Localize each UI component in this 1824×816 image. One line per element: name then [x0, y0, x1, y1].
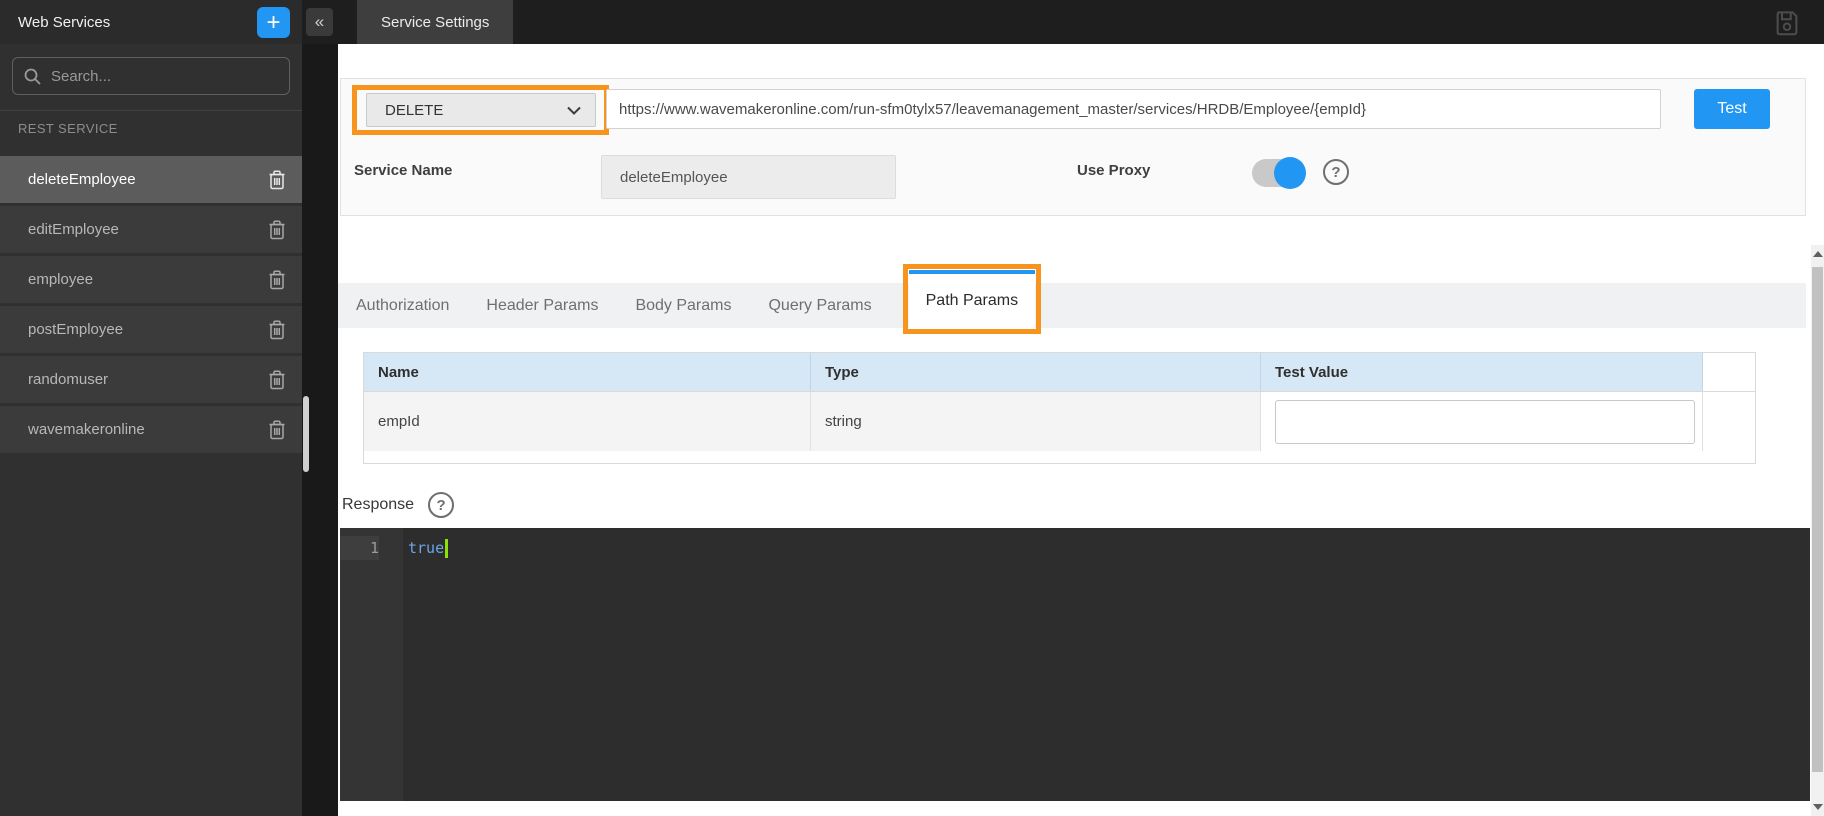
editor-caret: [445, 539, 448, 558]
trash-icon[interactable]: [266, 368, 288, 392]
param-type-cell: string: [811, 391, 1261, 451]
add-service-button[interactable]: +: [257, 7, 290, 38]
method-select[interactable]: DELETE: [366, 93, 596, 127]
column-header-test-value: Test Value: [1261, 353, 1703, 391]
table-row: empId string: [364, 391, 1755, 451]
use-proxy-help-icon[interactable]: ?: [1323, 159, 1349, 185]
panel-title: Web Services: [0, 14, 110, 31]
params-tabs: Authorization Header Params Body Params …: [338, 283, 1806, 328]
trash-icon[interactable]: [266, 418, 288, 442]
main-scrollbar-thumb[interactable]: [1812, 267, 1823, 772]
editor-gutter: 1: [340, 528, 403, 801]
search-box[interactable]: [12, 57, 290, 95]
tab-authorization[interactable]: Authorization: [356, 297, 449, 315]
request-config-card: DELETE Test Service Name Use Proxy ?: [340, 78, 1806, 216]
trash-icon[interactable]: [266, 218, 288, 242]
scroll-down-icon[interactable]: [1813, 804, 1823, 810]
response-header: Response ?: [342, 492, 454, 518]
url-input[interactable]: [606, 89, 1661, 129]
use-proxy-label: Use Proxy: [1077, 162, 1150, 179]
param-test-value-cell: [1261, 391, 1703, 451]
sidebar-scrollbar-thumb[interactable]: [303, 396, 309, 472]
sidebar-item-deleteEmployee[interactable]: deleteEmployee: [0, 156, 302, 203]
response-help-icon[interactable]: ?: [428, 492, 454, 518]
main-scrollbar[interactable]: [1811, 245, 1824, 816]
sidebar-item-employee[interactable]: employee: [0, 256, 302, 303]
column-header-empty: [1703, 353, 1755, 391]
service-item-label: employee: [28, 271, 93, 288]
service-item-label: randomuser: [28, 371, 108, 388]
sidebar-header: Web Services +: [0, 0, 302, 44]
column-header-name: Name: [364, 353, 811, 391]
response-label: Response: [342, 496, 414, 514]
sidebar-item-wavemakeronline[interactable]: wavemakeronline: [0, 406, 302, 453]
app-window: Web Services + « Service Settings REST S…: [0, 0, 1824, 816]
column-header-type: Type: [811, 353, 1261, 391]
service-name-label: Service Name: [354, 162, 452, 179]
toggle-knob: [1274, 157, 1306, 189]
tab-query-params[interactable]: Query Params: [768, 297, 871, 315]
service-item-label: deleteEmployee: [28, 171, 136, 188]
top-bar: « Service Settings: [302, 0, 1824, 44]
collapse-sidebar-button[interactable]: «: [306, 8, 333, 36]
table-header-row: Name Type Test Value: [364, 353, 1755, 391]
editor-code-line: true: [403, 528, 448, 801]
services-sidebar: REST SERVICE deleteEmployee editEmployee: [0, 44, 302, 816]
method-highlight-box: DELETE: [352, 85, 609, 135]
save-icon[interactable]: [1772, 8, 1802, 38]
service-item-label: editEmployee: [28, 221, 119, 238]
sidebar-item-editEmployee[interactable]: editEmployee: [0, 206, 302, 253]
tab-path-params[interactable]: Path Params: [909, 270, 1035, 328]
trash-icon[interactable]: [266, 268, 288, 292]
service-item-label: postEmployee: [28, 321, 123, 338]
scroll-up-icon[interactable]: [1813, 251, 1823, 257]
service-name-input[interactable]: [601, 155, 896, 199]
sidebar-item-randomuser[interactable]: randomuser: [0, 356, 302, 403]
tab-header-params[interactable]: Header Params: [486, 297, 598, 315]
response-code-editor[interactable]: 1 true: [340, 528, 1810, 801]
test-value-input[interactable]: [1275, 400, 1695, 444]
search-icon: [23, 67, 42, 86]
line-number: 1: [340, 536, 379, 560]
method-select-value: DELETE: [385, 102, 443, 119]
path-params-table: Name Type Test Value empId string: [363, 352, 1756, 464]
section-label-rest-service: REST SERVICE: [0, 111, 302, 156]
test-button[interactable]: Test: [1694, 89, 1770, 129]
code-value: true: [408, 539, 444, 557]
row-actions-cell: [1703, 391, 1755, 451]
trash-icon[interactable]: [266, 168, 288, 192]
sidebar-item-postEmployee[interactable]: postEmployee: [0, 306, 302, 353]
search-input[interactable]: [51, 68, 251, 85]
service-item-label: wavemakeronline: [28, 421, 145, 438]
tab-body-params[interactable]: Body Params: [635, 297, 731, 315]
param-name-cell: empId: [364, 391, 811, 451]
service-settings-panel: DELETE Test Service Name Use Proxy ?: [338, 44, 1824, 816]
tab-service-settings[interactable]: Service Settings: [357, 0, 513, 44]
trash-icon[interactable]: [266, 318, 288, 342]
chevron-down-icon: [567, 106, 581, 115]
use-proxy-toggle[interactable]: [1252, 159, 1304, 187]
